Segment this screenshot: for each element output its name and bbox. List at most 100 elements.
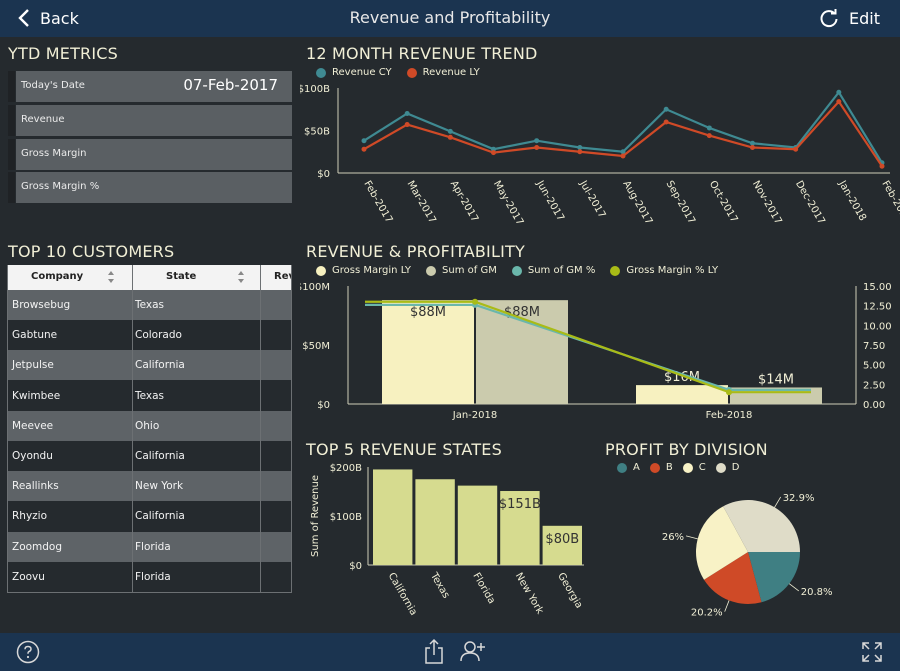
data-point	[726, 389, 732, 396]
top-bar: Back Revenue and Profitability Edit	[0, 0, 900, 37]
y-tick-label: $0	[317, 169, 330, 180]
metric-label: Revenue	[21, 114, 65, 125]
y-tick-label-right: 0.00	[863, 400, 885, 411]
row-handle	[8, 71, 15, 102]
data-label: 32.9%	[783, 493, 815, 504]
data-label: 20.2%	[691, 608, 723, 619]
y-tick-label-right: 12.50	[863, 302, 892, 313]
legend-dot	[511, 265, 522, 276]
page-title: Revenue and Profitability	[349, 8, 551, 27]
y-tick-label-left: $0	[317, 400, 330, 411]
cell-company: Meevee	[12, 419, 54, 432]
x-tick-label: Sep-2017	[664, 179, 697, 226]
cell-state: New York	[135, 480, 184, 493]
table-row[interactable]: Zoovu Florida	[8, 562, 291, 592]
table-row[interactable]: Browsebug Texas	[8, 290, 291, 320]
y-tick-label-left: $100M	[300, 282, 330, 293]
cell-state: Florida	[135, 570, 171, 583]
legend-dot	[316, 265, 326, 276]
rev-profit-chart: $0 $50M $100M 0.00 2.50 5.00 7.50 10.00 12.50 15.…	[300, 282, 892, 421]
data-label: 20.8%	[801, 587, 833, 598]
bottom-bar	[0, 633, 900, 671]
x-tick-label: Feb-2018	[879, 179, 900, 225]
fullscreen-icon[interactable]	[861, 641, 883, 663]
y-tick-label: $200B	[330, 463, 362, 474]
metric-row-revenue: Revenue	[8, 105, 292, 136]
metric-label: Gross Margin	[21, 148, 87, 159]
bar	[415, 479, 455, 565]
y-tick-label-right: 2.50	[863, 380, 885, 391]
cell-company: Kwimbee	[12, 389, 61, 402]
sort-icon[interactable]	[237, 270, 245, 284]
cell-state: California	[135, 510, 185, 523]
x-tick-label: Jan-2018	[836, 178, 868, 223]
data-point	[491, 150, 496, 156]
column-header-company[interactable]: Company	[31, 271, 83, 282]
y-tick-label-right: 5.00	[863, 361, 885, 372]
column-header-state[interactable]: State	[166, 271, 196, 282]
cell-company: Reallinks	[12, 480, 59, 493]
legend-item-gm-ly[interactable]: Gross Margin LY	[316, 265, 411, 276]
help-icon[interactable]	[16, 640, 40, 664]
edit-button[interactable]: Edit	[819, 7, 880, 29]
cell-company: Jetpulse	[12, 359, 54, 372]
table-row[interactable]: Gabtune Colorado	[8, 320, 291, 350]
table-row[interactable]: Zoomdog Florida	[8, 531, 291, 562]
sort-icon[interactable]	[107, 270, 115, 284]
table-row[interactable]: Rhyzio California	[8, 501, 291, 531]
leader-line	[774, 496, 782, 508]
profit-division-chart: 20.8% 20.2% 26% 32.9%	[662, 493, 833, 619]
leader-line	[724, 600, 730, 612]
legend-item-gm-pct-ly[interactable]: Gross Margin % LY	[610, 265, 718, 276]
data-label: $88M	[410, 305, 446, 320]
table-row[interactable]: Meevee Ohio	[8, 410, 291, 441]
cell-company: Rhyzio	[12, 510, 48, 523]
legend-label: Gross Margin % LY	[626, 265, 719, 276]
data-point	[663, 106, 669, 112]
revenue-trend-title: 12 MONTH REVENUE TREND	[306, 44, 538, 63]
metric-row-date: Today's Date 07-Feb-2017	[8, 71, 292, 102]
x-tick-label: Dec-2017	[793, 179, 827, 226]
metric-row-gross-margin-pct: Gross Margin %	[8, 172, 292, 203]
data-point	[361, 146, 367, 152]
refresh-icon	[820, 9, 838, 28]
x-tick-label: Aug-2017	[620, 179, 654, 227]
data-point	[879, 163, 885, 169]
bar	[457, 485, 498, 565]
y-tick-label-right: 7.50	[863, 341, 885, 352]
column-header-revenue[interactable]: Reve	[274, 271, 291, 282]
cell-state: Colorado	[135, 329, 182, 342]
metric-value: 07-Feb-2017	[183, 76, 278, 94]
share-icon[interactable]	[424, 638, 444, 665]
x-tick-label: May-2017	[491, 179, 525, 227]
y-tick-label-right: 10.00	[863, 321, 892, 332]
legend-label: Sum of GM %	[527, 265, 596, 276]
table-row[interactable]: Jetpulse California	[8, 350, 291, 381]
legend-dot	[610, 265, 621, 276]
leader-line	[685, 535, 698, 540]
x-tick-label: Jun-2017	[534, 178, 566, 223]
legend-item-sum-gm[interactable]: Sum of GM	[426, 265, 497, 276]
cell-state: Texas	[135, 389, 165, 402]
legend-item-revenue-ly[interactable]: Revenue LY	[406, 67, 480, 78]
table-header: Company State Reve	[8, 265, 291, 290]
data-point	[472, 298, 478, 305]
y-tick-label: $100B	[330, 512, 362, 523]
legend-dot	[426, 265, 437, 276]
customers-table: Company State Reve Browsebug Texas Gabtune…	[7, 265, 292, 593]
column-divider	[132, 265, 133, 592]
add-user-icon[interactable]	[460, 639, 486, 663]
legend-label: Revenue LY	[422, 67, 480, 78]
legend-item-sum-gm-pct[interactable]: Sum of GM %	[511, 265, 596, 276]
table-row[interactable]: Oyondu California	[8, 441, 291, 471]
data-point	[577, 149, 583, 155]
legend-item-revenue-cy[interactable]: Revenue CY	[316, 67, 392, 78]
metric-box: Revenue	[16, 105, 292, 136]
row-handle	[8, 172, 15, 203]
column-divider	[260, 265, 261, 592]
cell-company: Oyondu	[12, 450, 53, 462]
table-row[interactable]: Kwimbee Texas	[8, 381, 291, 411]
table-row[interactable]: Reallinks New York	[8, 471, 291, 502]
ytd-metrics-title: YTD METRICS	[8, 44, 119, 63]
legend-label: Revenue CY	[332, 67, 392, 78]
